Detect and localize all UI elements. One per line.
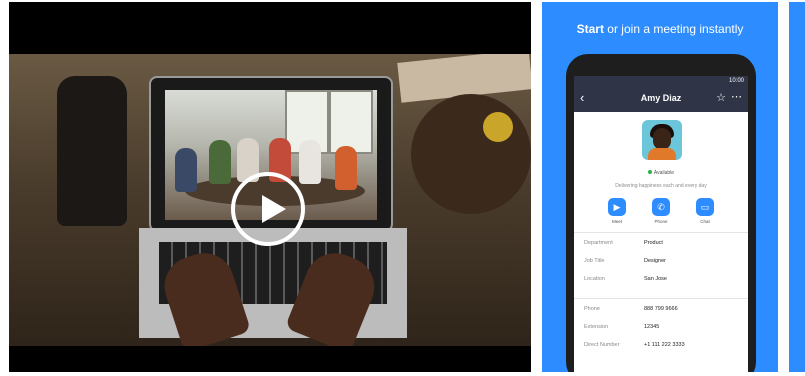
divider bbox=[574, 232, 748, 233]
presence-label: Available bbox=[653, 170, 675, 176]
video-icon[interactable]: ▶ bbox=[608, 198, 626, 216]
video-thumbnail[interactable] bbox=[9, 2, 531, 372]
contact-actions: ▶ Meet ✆ Phone ▭ Chat bbox=[574, 198, 748, 224]
person bbox=[209, 140, 231, 184]
contact-key: Phone bbox=[584, 306, 600, 312]
contact-key: Direct Number bbox=[584, 342, 620, 348]
contact-tagline: Delivering happiness each and every day bbox=[615, 183, 707, 189]
backpack bbox=[57, 76, 127, 226]
room-window bbox=[329, 90, 373, 154]
profile-info: Department Product Job Title Designer Loca… bbox=[584, 240, 744, 294]
info-row: Job Title Designer bbox=[584, 258, 744, 276]
phone-screen: 10:00 ‹ Amy Diaz ☆ ⋯ Available Deliverin… bbox=[574, 76, 748, 372]
info-row: Location San Jose bbox=[584, 276, 744, 294]
next-card-peek[interactable] bbox=[789, 2, 805, 372]
chat-action[interactable]: ▭ Chat bbox=[696, 198, 714, 224]
chat-label: Chat bbox=[700, 219, 710, 224]
contact-value[interactable]: +1 111 222 3333 bbox=[644, 342, 685, 348]
chat-icon[interactable]: ▭ bbox=[696, 198, 714, 216]
person bbox=[335, 146, 357, 190]
guitar bbox=[411, 94, 531, 214]
guitar-label bbox=[483, 112, 513, 142]
contact-row: Extension 12345 bbox=[584, 324, 744, 342]
info-value: San Jose bbox=[644, 276, 667, 282]
promo-title: Start or join a meeting instantly bbox=[542, 22, 778, 36]
contact-row: Phone 888 799 9666 bbox=[584, 306, 744, 324]
play-icon[interactable] bbox=[231, 172, 305, 246]
phone-label: Phone bbox=[654, 219, 668, 224]
meet-action[interactable]: ▶ Meet bbox=[608, 198, 626, 224]
more-icon[interactable]: ⋯ bbox=[731, 90, 742, 104]
info-key: Location bbox=[584, 276, 605, 282]
phone-mockup: 10:00 ‹ Amy Diaz ☆ ⋯ Available Deliverin… bbox=[566, 54, 756, 372]
info-key: Job Title bbox=[584, 258, 605, 264]
phone-icon[interactable]: ✆ bbox=[652, 198, 670, 216]
avatar bbox=[642, 120, 682, 160]
contact-info: Phone 888 799 9666 Extension 12345 Direct … bbox=[584, 306, 744, 360]
person bbox=[175, 148, 197, 192]
meet-label: Meet bbox=[611, 219, 622, 224]
promo-title-bold: Start bbox=[576, 22, 604, 36]
star-icon[interactable]: ☆ bbox=[716, 91, 726, 105]
info-value: Product bbox=[644, 240, 663, 246]
phone-action[interactable]: ✆ Phone bbox=[652, 198, 670, 224]
presence-dot-icon bbox=[647, 170, 652, 174]
contact-value[interactable]: 888 799 9666 bbox=[644, 306, 678, 312]
contact-row: Direct Number +1 111 222 3333 bbox=[584, 342, 744, 360]
contact-value[interactable]: 12345 bbox=[644, 324, 659, 330]
contact-header: ‹ Amy Diaz ☆ ⋯ bbox=[574, 86, 748, 112]
info-value: Designer bbox=[644, 258, 667, 264]
status-bar: 10:00 bbox=[574, 76, 748, 86]
divider bbox=[574, 298, 748, 299]
contact-key: Extension bbox=[584, 324, 609, 330]
info-row: Department Product bbox=[584, 240, 744, 258]
status-time: 10:00 bbox=[728, 78, 744, 84]
promo-title-rest: or join a meeting instantly bbox=[603, 22, 744, 36]
info-key: Department bbox=[584, 240, 613, 246]
presence-status: Available bbox=[574, 170, 748, 176]
person bbox=[299, 140, 321, 184]
promo-card: Start or join a meeting instantly 10:00 … bbox=[542, 2, 778, 372]
